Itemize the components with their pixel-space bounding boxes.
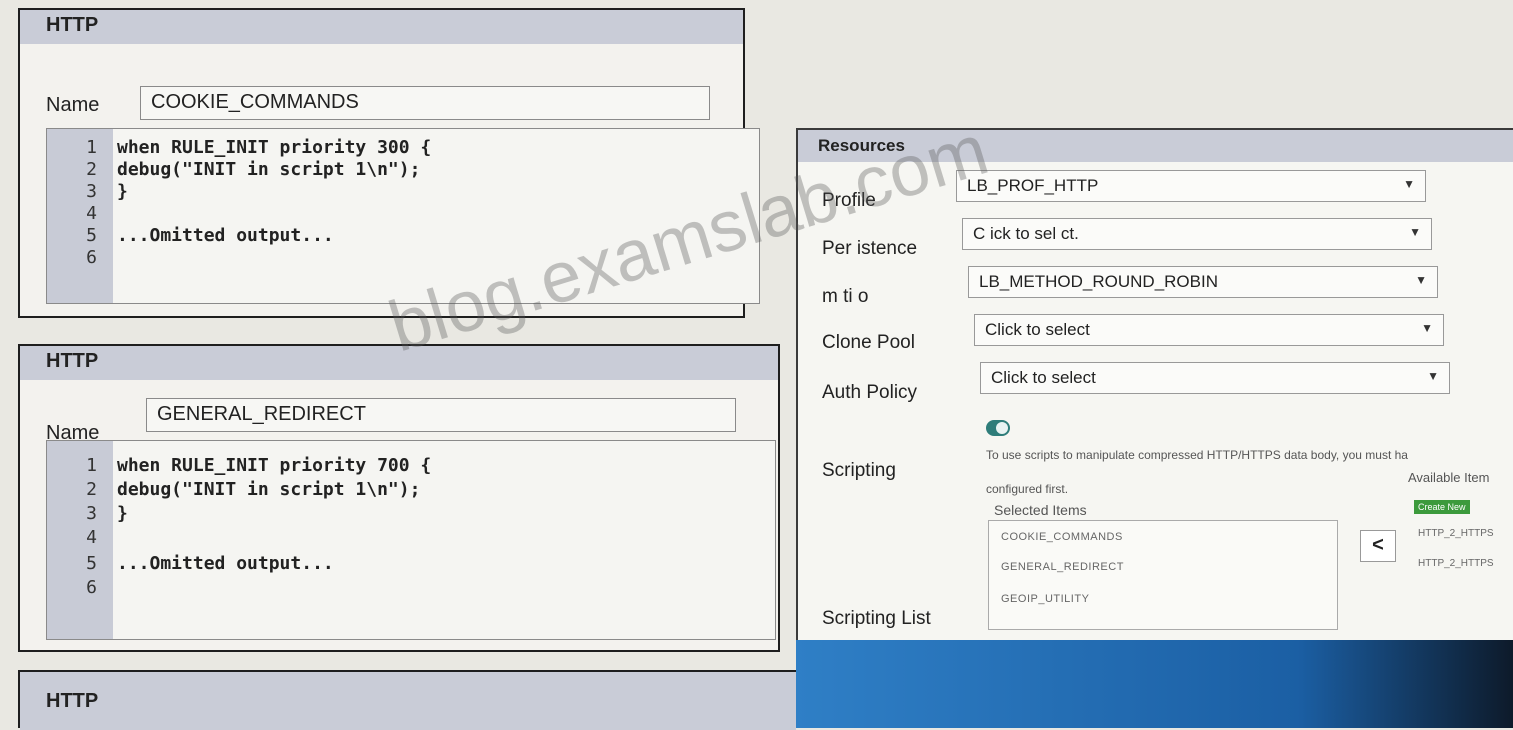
dropdown-arrow-icon: ▼ bbox=[1421, 321, 1433, 335]
scripting-hint: To use scripts to manipulate compressed … bbox=[986, 448, 1408, 462]
dropdown-arrow-icon: ▼ bbox=[1403, 177, 1415, 191]
clone-pool-select[interactable]: Click to select ▼ bbox=[974, 314, 1444, 346]
persistence-select[interactable]: C ick to sel ct. ▼ bbox=[962, 218, 1432, 250]
http-panel-2: HTTP Name GENERAL_REDIRECT 1 when RULE_IN… bbox=[18, 344, 780, 652]
name-input[interactable]: COOKIE_COMMANDS bbox=[140, 86, 710, 120]
selected-items-title: Selected Items bbox=[994, 502, 1087, 518]
method-label: m ti o bbox=[822, 286, 869, 307]
create-new-button[interactable]: Create New bbox=[1414, 500, 1470, 514]
auth-policy-label: Auth Policy bbox=[822, 382, 918, 403]
auth-policy-select[interactable]: Click to select ▼ bbox=[980, 362, 1450, 394]
panel-header: HTTP bbox=[20, 672, 796, 730]
available-items-title: Available Item bbox=[1408, 470, 1490, 485]
code-editor[interactable]: 1 when RULE_INIT priority 700 { 2 debug("I… bbox=[46, 440, 776, 640]
persistence-label: Per istence bbox=[822, 238, 918, 259]
http-panel-3: HTTP bbox=[18, 670, 798, 730]
scripting-toggle[interactable] bbox=[986, 420, 1010, 436]
list-item[interactable]: GEOIP_UTILITY bbox=[1001, 593, 1089, 605]
method-value: LB_METHOD_ROUND_ROBIN bbox=[979, 272, 1218, 291]
clone-pool-label: Clone Pool bbox=[822, 332, 915, 353]
move-left-button[interactable]: < bbox=[1360, 530, 1396, 562]
list-item[interactable]: COOKIE_COMMANDS bbox=[1001, 531, 1123, 543]
scripting-label: Scripting bbox=[822, 460, 896, 481]
list-item[interactable]: GENERAL_REDIRECT bbox=[1001, 561, 1124, 573]
available-item[interactable]: HTTP_2_HTTPS bbox=[1418, 528, 1494, 539]
dropdown-arrow-icon: ▼ bbox=[1427, 369, 1439, 383]
taskbar-area bbox=[796, 640, 1513, 728]
clone-pool-value: Click to select bbox=[985, 320, 1090, 339]
auth-policy-value: Click to select bbox=[991, 368, 1096, 387]
scripting-hint-2: configured first. bbox=[986, 482, 1069, 496]
dropdown-arrow-icon: ▼ bbox=[1415, 273, 1427, 287]
selected-items-list[interactable]: COOKIE_COMMANDS GENERAL_REDIRECT GEOIP_U… bbox=[988, 520, 1338, 630]
available-item[interactable]: HTTP_2_HTTPS bbox=[1418, 558, 1494, 569]
name-label: Name bbox=[46, 94, 100, 116]
profile-select[interactable]: LB_PROF_HTTP ▼ bbox=[956, 170, 1426, 202]
dropdown-arrow-icon: ▼ bbox=[1409, 225, 1421, 239]
panel-header: HTTP bbox=[20, 10, 743, 44]
method-select[interactable]: LB_METHOD_ROUND_ROBIN ▼ bbox=[968, 266, 1438, 298]
persistence-value: C ick to sel ct. bbox=[973, 224, 1079, 243]
resources-panel: Resources Profile LB_PROF_HTTP ▼ Per ist… bbox=[796, 128, 1513, 728]
scripting-list-label: Scripting List bbox=[822, 608, 931, 629]
name-input[interactable]: GENERAL_REDIRECT bbox=[146, 398, 736, 432]
